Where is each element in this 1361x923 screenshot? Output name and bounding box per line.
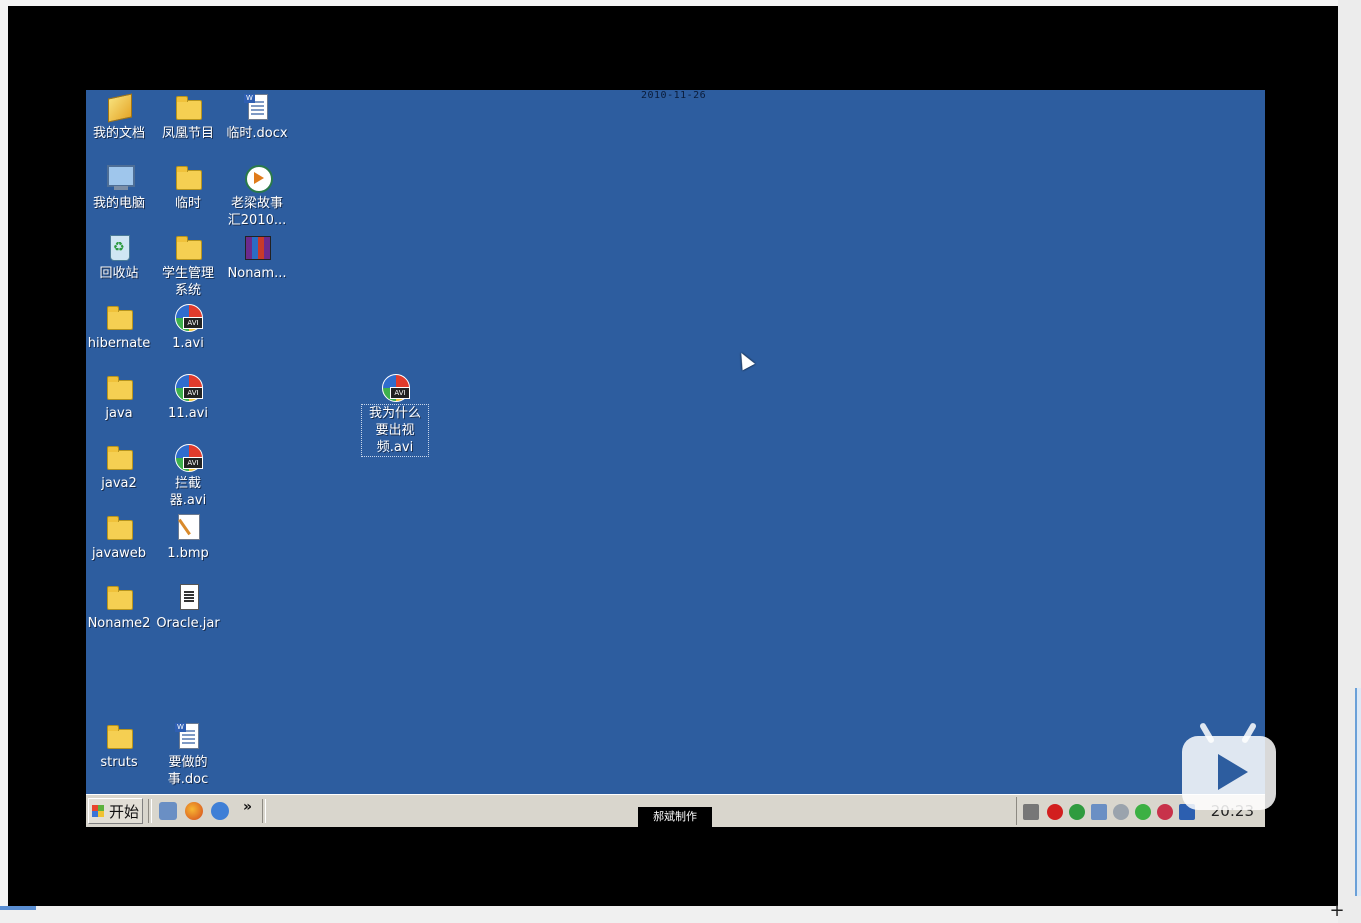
avi-video-icon: AVI: [380, 372, 410, 402]
desktop-icon-story-video[interactable]: 老梁故事汇2010...: [222, 162, 292, 229]
desktop-icon-1-bmp[interactable]: 1.bmp: [153, 512, 223, 562]
word-document-icon: W: [242, 92, 272, 122]
icon-label: Oracle.jar: [156, 616, 220, 631]
avi-video-icon: AVI: [173, 442, 203, 472]
icon-label: 老梁故事汇2010...: [227, 196, 287, 228]
desktop-icon-recycle-bin[interactable]: 回收站: [86, 232, 154, 282]
desktop-icon-1-avi[interactable]: AVI 1.avi: [153, 302, 223, 352]
quicklaunch-more-chevron-icon[interactable]: »: [243, 799, 252, 815]
icon-label: java2: [101, 476, 137, 491]
my-documents-icon: [104, 92, 134, 123]
desktop-icon-oracle-jar[interactable]: Oracle.jar: [153, 582, 223, 632]
folder-icon: [104, 442, 134, 472]
resize-crosshair-icon[interactable]: +: [1328, 902, 1346, 920]
folder-icon: [173, 92, 203, 122]
icon-label: 临时.docx: [226, 126, 288, 141]
network-disconnected-icon[interactable]: [1091, 804, 1107, 820]
desktop-icon-temp-folder[interactable]: 临时: [153, 162, 223, 212]
right-side-panel: [1338, 0, 1361, 923]
icon-label: 学生管理系统: [161, 266, 214, 298]
word-document-icon: W: [173, 721, 203, 751]
security-plus-icon[interactable]: [1135, 804, 1151, 820]
desktop-icon-interceptor-avi[interactable]: AVI 拦截器.avi: [153, 442, 223, 509]
windows-flag-icon: [92, 805, 104, 817]
icon-label: 拦截器.avi: [169, 476, 207, 508]
icon-label: hibernate: [87, 336, 151, 351]
icon-label: 11.avi: [168, 406, 208, 421]
start-label: 开始: [108, 803, 139, 821]
icon-label: 回收站: [99, 266, 139, 281]
desktop-icon-11-avi[interactable]: AVI 11.avi: [153, 372, 223, 422]
folder-icon: [173, 232, 203, 262]
my-computer-icon: [104, 162, 135, 192]
panel-edge: [1355, 688, 1361, 896]
bitmap-image-icon: [173, 512, 203, 542]
folder-icon: [104, 372, 134, 402]
icon-label: 我为什么要出视频.avi: [361, 404, 429, 457]
progress-fill: [0, 906, 36, 910]
desktop-icon-my-computer[interactable]: 我的电脑: [86, 162, 154, 212]
icon-label: 要做的事.doc: [167, 755, 209, 787]
media-player-icon: [242, 162, 273, 193]
antivirus-icon[interactable]: [1157, 804, 1173, 820]
input-method-icon[interactable]: [1023, 804, 1039, 820]
bottom-progress-bar[interactable]: [0, 906, 1338, 923]
icon-label: 临时: [174, 196, 201, 211]
desktop-icon-my-documents[interactable]: 我的文档: [86, 92, 154, 142]
desktop-icon-java2[interactable]: java2: [86, 442, 154, 492]
desktop-icon-noname-rar[interactable]: Nonam...: [222, 232, 292, 282]
stop-icon[interactable]: [1047, 804, 1063, 820]
folder-icon: [173, 162, 203, 192]
desktop-icon-phoenix-programs[interactable]: 凤凰节目: [153, 92, 223, 142]
icon-label: javaweb: [91, 546, 147, 561]
icon-label: Noname2: [87, 616, 151, 631]
taskbar-separator: [262, 799, 266, 823]
play-triangle-icon: [1218, 754, 1248, 790]
play-logo-icon[interactable]: [1182, 721, 1276, 810]
icon-label: 1.avi: [172, 336, 204, 351]
desktop-icon-java[interactable]: java: [86, 372, 154, 422]
firefox-icon[interactable]: [185, 802, 203, 820]
icon-label: java: [105, 406, 133, 421]
volume-icon[interactable]: [1113, 804, 1129, 820]
desktop-icon-todo-doc[interactable]: W 要做的事.doc: [153, 721, 223, 788]
desktop-icon-struts[interactable]: struts: [86, 721, 154, 771]
desktop-icon-javaweb[interactable]: javaweb: [86, 512, 154, 562]
taskbar-separator: [148, 799, 152, 823]
icon-label: 凤凰节目: [161, 126, 214, 141]
desktop-icon-why-video[interactable]: AVI 我为什么要出视频.avi: [360, 372, 430, 457]
icon-label: 1.bmp: [167, 546, 209, 561]
icon-label: Nonam...: [227, 266, 287, 281]
avi-video-icon: AVI: [173, 372, 203, 402]
rar-archive-icon: [242, 232, 272, 262]
browser-icon[interactable]: [211, 802, 229, 820]
desktop-icon-noname2[interactable]: Noname2: [86, 582, 154, 632]
shield-icon[interactable]: [1069, 804, 1085, 820]
folder-icon: [104, 302, 134, 332]
folder-icon: [104, 512, 134, 542]
date-stamp: 2010-11-26: [641, 90, 707, 101]
start-button[interactable]: 开始: [88, 798, 143, 824]
desktop-icon-hibernate[interactable]: hibernate: [86, 302, 154, 352]
icon-label: 我的文档: [92, 126, 145, 141]
icon-label: 我的电脑: [92, 196, 145, 211]
jar-file-icon: [173, 582, 203, 612]
show-desktop-icon[interactable]: [159, 802, 177, 820]
icon-label: struts: [100, 755, 138, 770]
desktop-icon-student-mgmt[interactable]: 学生管理系统: [153, 232, 223, 299]
desktop-icon-temp-docx[interactable]: W 临时.docx: [222, 92, 292, 142]
avi-video-icon: AVI: [173, 302, 203, 332]
author-watermark-label: 郝斌制作: [638, 807, 712, 827]
desktop: 2010-11-26 我的文档 我的电脑 回收站 hibernate java …: [86, 90, 1265, 794]
recycle-bin-icon: [104, 232, 134, 262]
folder-icon: [104, 721, 134, 751]
folder-icon: [104, 582, 134, 612]
